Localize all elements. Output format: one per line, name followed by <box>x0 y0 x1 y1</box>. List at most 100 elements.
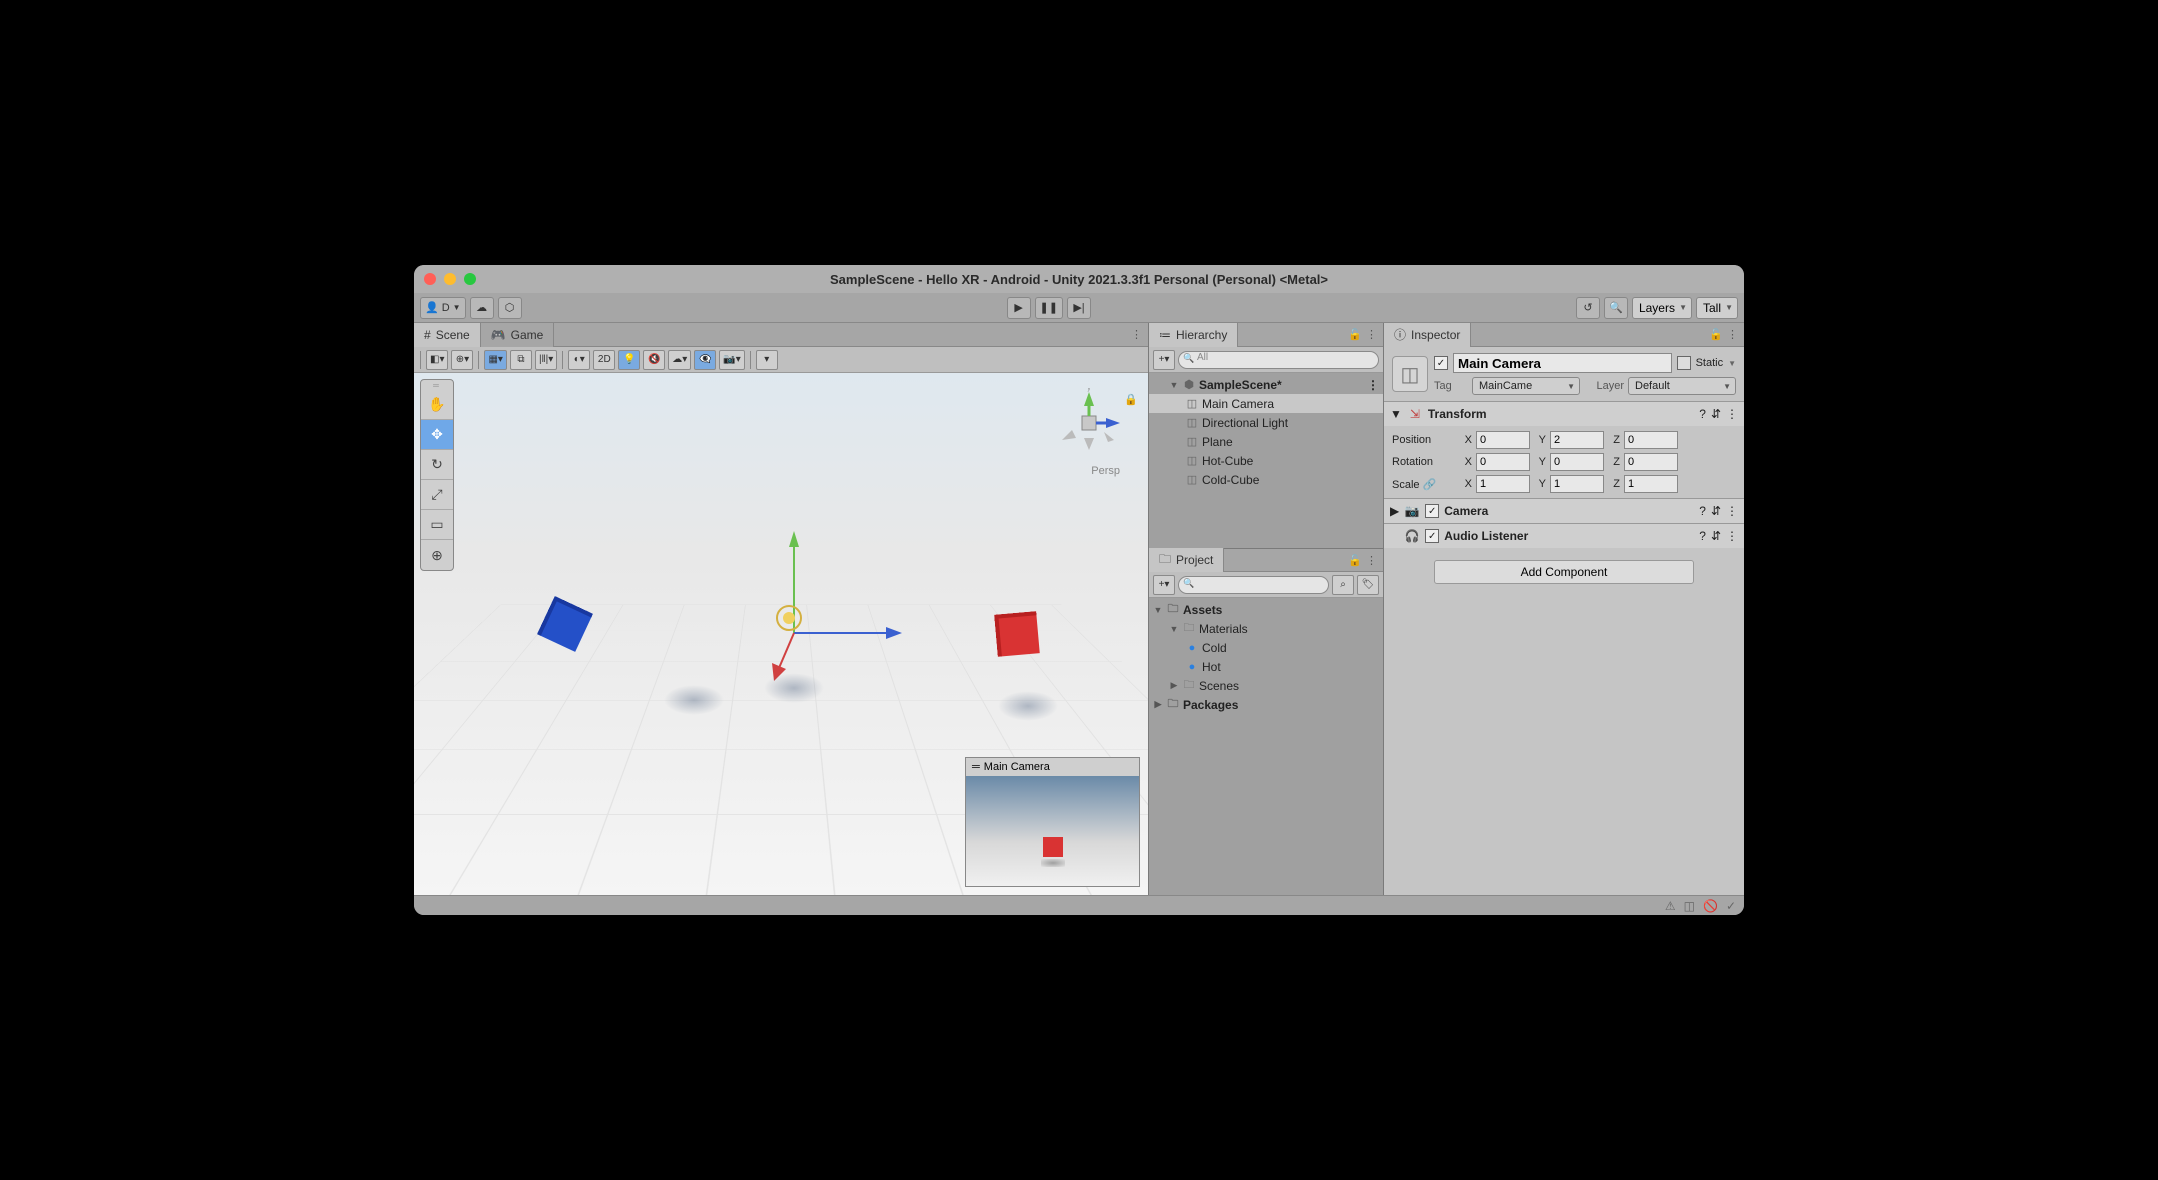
minimize-window[interactable] <box>444 273 456 285</box>
account-button[interactable]: 👤 D ▼ <box>420 297 466 319</box>
scenes-folder[interactable]: ▶🗀Scenes <box>1149 676 1383 695</box>
camera-enabled-checkbox[interactable]: ✓ <box>1425 504 1439 518</box>
status-icon[interactable]: ◫ <box>1684 899 1695 913</box>
material-cold[interactable]: ●Cold <box>1149 638 1383 657</box>
menu-icon[interactable]: ⋮ <box>1726 407 1738 421</box>
step-button[interactable]: ▶| <box>1067 297 1091 319</box>
draw-mode-button[interactable]: ◐▾ <box>568 350 590 370</box>
rotation-x[interactable] <box>1476 453 1530 471</box>
help-icon[interactable]: ? <box>1699 504 1706 518</box>
project-tab[interactable]: 🗀 Project <box>1149 548 1224 572</box>
scale-z[interactable] <box>1624 475 1678 493</box>
status-icon[interactable]: ✓ <box>1726 899 1736 913</box>
tab-menu-icon[interactable]: ⋮ <box>1131 328 1142 341</box>
tab-menu-icon[interactable]: ⋮ <box>1366 554 1377 567</box>
position-y[interactable] <box>1550 431 1604 449</box>
assets-folder[interactable]: ▼🗀Assets <box>1149 600 1383 619</box>
layer-dropdown[interactable]: Default <box>1628 377 1736 395</box>
rotate-tool[interactable]: ↻ <box>421 450 453 480</box>
drag-handle-icon[interactable]: ═ <box>972 761 980 773</box>
audiolistener-enabled-checkbox[interactable]: ✓ <box>1425 529 1439 543</box>
static-checkbox[interactable] <box>1677 356 1691 370</box>
materials-folder[interactable]: ▼🗀Materials <box>1149 619 1383 638</box>
object-name-field[interactable] <box>1453 353 1672 373</box>
cloud-button[interactable]: ☁ <box>470 297 494 319</box>
grid-snap-button[interactable]: ▦▾ <box>484 350 506 370</box>
visibility-toggle[interactable]: 👁‍🗨 <box>694 350 716 370</box>
services-button[interactable]: ⬡ <box>498 297 522 319</box>
pause-button[interactable]: ❚❚ <box>1035 297 1063 319</box>
lock-icon[interactable]: 🔓 <box>1709 328 1723 341</box>
rect-tool[interactable]: ▭ <box>421 510 453 540</box>
dropdown-icon[interactable]: ▼ <box>1728 359 1736 368</box>
effects-toggle[interactable]: ☁▾ <box>668 350 691 370</box>
menu-icon[interactable]: ⋮ <box>1726 504 1738 518</box>
gameobject-type-icon[interactable]: ◫ <box>1392 356 1428 392</box>
menu-icon[interactable]: ⋮ <box>1726 529 1738 543</box>
link-icon[interactable]: 🔗 <box>1423 479 1437 491</box>
active-checkbox[interactable]: ✓ <box>1434 356 1448 370</box>
camera-settings-button[interactable]: 📷▾ <box>719 350 744 370</box>
hierarchy-item-directional-light[interactable]: ◫Directional Light <box>1149 413 1383 432</box>
lock-icon[interactable]: 🔓 <box>1348 554 1362 567</box>
hierarchy-item-main-camera[interactable]: ◫Main Camera <box>1149 394 1383 413</box>
lock-icon[interactable]: 🔓 <box>1348 328 1362 341</box>
scene-menu-icon[interactable]: ⋮ <box>1367 378 1379 392</box>
audio-listener-header[interactable]: ▶ 🎧 ✓ Audio Listener ? ⇵ ⋮ <box>1384 524 1744 548</box>
orientation-gizmo[interactable]: y <box>1048 388 1128 458</box>
global-search-button[interactable]: 🔍 <box>1604 297 1628 319</box>
status-icon[interactable]: 🚫 <box>1703 899 1718 913</box>
layout-dropdown[interactable]: Tall <box>1696 297 1738 319</box>
hierarchy-tab[interactable]: ≔ Hierarchy <box>1149 323 1238 347</box>
rotation-z[interactable] <box>1624 453 1678 471</box>
tag-dropdown[interactable]: MainCame <box>1472 377 1580 395</box>
position-x[interactable] <box>1476 431 1530 449</box>
create-button[interactable]: +▾ <box>1153 350 1175 370</box>
zoom-window[interactable] <box>464 273 476 285</box>
hierarchy-item-hot-cube[interactable]: ◫Hot-Cube <box>1149 451 1383 470</box>
scene-row[interactable]: ▼⬢SampleScene*⋮ <box>1149 375 1383 394</box>
scale-x[interactable] <box>1476 475 1530 493</box>
transform-header[interactable]: ▼ ⇲ Transform ? ⇵ ⋮ <box>1384 402 1744 426</box>
preset-icon[interactable]: ⇵ <box>1711 529 1721 543</box>
hierarchy-item-plane[interactable]: ◫Plane <box>1149 432 1383 451</box>
project-search[interactable] <box>1178 576 1329 594</box>
hand-tool[interactable]: ✋ <box>421 390 453 420</box>
tools-drag-handle[interactable]: ═ <box>421 380 453 390</box>
scale-tool[interactable]: ⤢ <box>421 480 453 510</box>
hierarchy-item-cold-cube[interactable]: ◫Cold-Cube <box>1149 470 1383 489</box>
search-by-label-button[interactable]: 🏷 <box>1357 575 1379 595</box>
rotation-y[interactable] <box>1550 453 1604 471</box>
pivot-mode-button[interactable]: ⊕▾ <box>451 350 473 370</box>
audio-toggle[interactable]: 🔇 <box>643 350 665 370</box>
undo-history-button[interactable]: ↺ <box>1576 297 1600 319</box>
hierarchy-search[interactable]: All <box>1178 351 1379 369</box>
status-icon[interactable]: ⚠ <box>1665 899 1676 913</box>
camera-header[interactable]: ▶ 📷 ✓ Camera ? ⇵ ⋮ <box>1384 499 1744 523</box>
search-by-type-button[interactable]: ⌕ <box>1332 575 1354 595</box>
tool-handle-button[interactable]: ◧▾ <box>426 350 448 370</box>
snap-settings-button[interactable]: |‖|▾ <box>535 350 557 370</box>
2d-toggle[interactable]: 2D <box>593 350 615 370</box>
tab-menu-icon[interactable]: ⋮ <box>1727 328 1738 341</box>
play-button[interactable]: ▶ <box>1007 297 1031 319</box>
preset-icon[interactable]: ⇵ <box>1711 504 1721 518</box>
layers-dropdown[interactable]: Layers <box>1632 297 1692 319</box>
add-component-button[interactable]: Add Component <box>1434 560 1694 584</box>
move-tool[interactable]: ✥ <box>421 420 453 450</box>
game-tab[interactable]: 🎮 Game <box>481 323 555 347</box>
foldout-icon[interactable]: ▶ <box>1390 504 1399 518</box>
hot-cube-object[interactable] <box>994 611 1040 657</box>
help-icon[interactable]: ? <box>1699 529 1706 543</box>
foldout-icon[interactable]: ▼ <box>1390 407 1402 421</box>
transform-tool[interactable]: ⊕ <box>421 540 453 570</box>
position-z[interactable] <box>1624 431 1678 449</box>
create-asset-button[interactable]: +▾ <box>1153 575 1175 595</box>
lock-icon[interactable]: 🔒 <box>1124 393 1138 406</box>
projection-label[interactable]: Persp <box>1091 465 1120 477</box>
help-icon[interactable]: ? <box>1699 407 1706 421</box>
scene-tab[interactable]: # Scene <box>414 323 481 347</box>
close-window[interactable] <box>424 273 436 285</box>
preset-icon[interactable]: ⇵ <box>1711 407 1721 421</box>
snap-increment-button[interactable]: ⧉ <box>510 350 532 370</box>
